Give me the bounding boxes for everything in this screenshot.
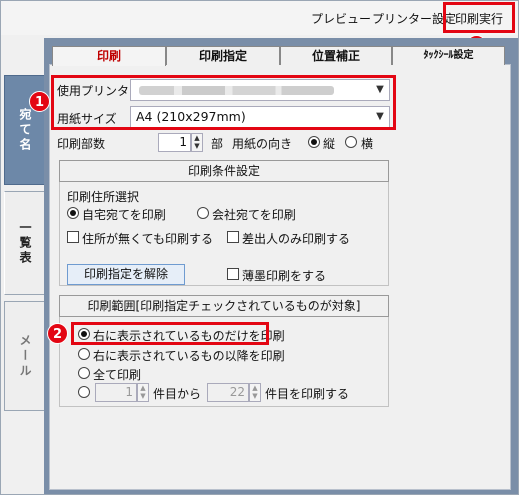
range-from-shown-label: 右に表示されているもの以降を印刷 bbox=[93, 349, 285, 363]
orientation-portrait-radio[interactable] bbox=[308, 136, 320, 148]
tab-print[interactable]: 印刷 bbox=[52, 46, 166, 66]
range-to-suffix: 件目を印刷する bbox=[265, 387, 350, 401]
highlight-printer-paper bbox=[51, 75, 396, 130]
tab-tack-seal-settings[interactable]: ﾀｯｸｼｰﾙ設定 bbox=[392, 46, 505, 65]
print-conditions-heading: 印刷条件設定 bbox=[59, 160, 389, 182]
step-badge-1: 1 bbox=[29, 91, 50, 112]
company-address-radio[interactable] bbox=[197, 207, 209, 219]
range-to-stepper[interactable]: ▲ ▼ bbox=[249, 383, 261, 402]
light-ink-label: 薄墨印刷をする bbox=[242, 269, 327, 283]
range-to-input[interactable]: 22 bbox=[207, 383, 249, 402]
copies-input[interactable]: 1 bbox=[158, 133, 191, 152]
copies-label: 印刷部数 bbox=[57, 137, 106, 151]
highlight-range-only-shown bbox=[71, 322, 269, 345]
copies-unit: 部 bbox=[211, 137, 224, 151]
orientation-landscape-radio[interactable] bbox=[345, 136, 357, 148]
sender-only-label: 差出人のみ印刷する bbox=[242, 232, 351, 246]
orientation-portrait-label: 縦 bbox=[323, 137, 336, 151]
orientation-label: 用紙の向き bbox=[232, 137, 293, 151]
range-from-input[interactable]: 1 bbox=[95, 383, 137, 402]
address-select-label: 印刷住所選択 bbox=[67, 190, 140, 204]
range-from-shown-radio[interactable] bbox=[78, 348, 90, 360]
tab-print-designation[interactable]: 印刷指定 bbox=[166, 46, 280, 65]
home-address-label: 自宅宛てを印刷 bbox=[82, 208, 166, 222]
copies-stepper[interactable]: ▲ ▼ bbox=[191, 133, 203, 152]
range-from-suffix: 件目から bbox=[153, 387, 202, 401]
preview-button[interactable]: プレビュー bbox=[311, 9, 371, 29]
range-from-stepper[interactable]: ▲ ▼ bbox=[137, 383, 149, 402]
home-address-radio[interactable] bbox=[67, 207, 79, 219]
light-ink-checkbox[interactable] bbox=[227, 268, 239, 280]
tab-position-correction[interactable]: 位置補正 bbox=[280, 46, 392, 65]
side-tab-mail[interactable]: メール bbox=[4, 301, 45, 411]
no-address-label: 住所が無くても印刷する bbox=[82, 232, 214, 246]
step-badge-2: 2 bbox=[47, 323, 68, 344]
orientation-landscape-label: 横 bbox=[361, 137, 374, 151]
company-address-label: 会社宛てを印刷 bbox=[212, 208, 296, 222]
no-address-checkbox[interactable] bbox=[67, 231, 79, 243]
sender-only-checkbox[interactable] bbox=[227, 231, 239, 243]
range-custom-radio[interactable] bbox=[78, 386, 90, 398]
highlight-print-execute bbox=[443, 2, 515, 33]
print-range-heading: 印刷範囲[印刷指定チェックされているものが対象] bbox=[59, 295, 389, 317]
range-all-label: 全て印刷 bbox=[93, 368, 142, 382]
range-all-radio[interactable] bbox=[78, 367, 90, 379]
side-tab-list[interactable]: 一覧表 bbox=[4, 191, 45, 295]
clear-designation-button[interactable]: 印刷指定を解除 bbox=[67, 264, 185, 285]
